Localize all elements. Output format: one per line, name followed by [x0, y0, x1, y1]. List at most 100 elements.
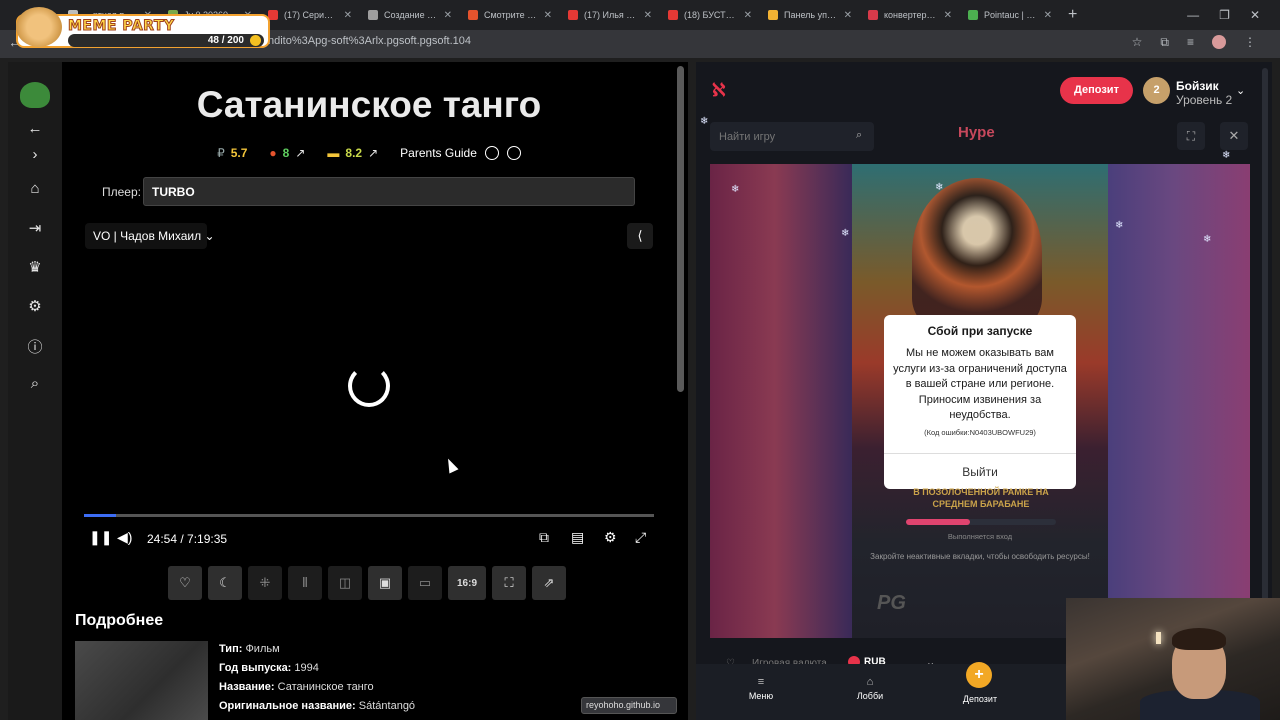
share-icon[interactable]: ⟨ — [627, 223, 653, 249]
search-icon[interactable]: ⌕ — [856, 129, 862, 142]
right-scrollbar[interactable] — [1262, 68, 1268, 648]
meme-party-overlay: MEME PARTY 48 / 200 — [16, 7, 270, 48]
rating-value: 8 — [282, 146, 290, 160]
info-icon[interactable]: ⓘ — [8, 336, 62, 357]
smiley-icon[interactable] — [484, 146, 499, 160]
favorite-heart-icon[interactable]: ♡ — [168, 566, 202, 600]
snowflake-icon: ❄ — [700, 116, 709, 127]
player-select[interactable]: TURBO — [143, 177, 635, 206]
login-icon[interactable]: ⇥ — [8, 219, 62, 237]
screenshot-icon[interactable]: ⛶ — [492, 566, 526, 600]
home-icon[interactable]: ⌂ — [8, 180, 62, 197]
rating-value: 5.7 — [230, 146, 248, 160]
clock-icon[interactable] — [506, 146, 521, 160]
pause-icon[interactable]: ❚❚ — [89, 529, 112, 546]
menu-icon[interactable]: ⋮ — [1244, 35, 1256, 50]
expand-icon[interactable]: ⛶ — [1177, 122, 1205, 150]
profile-avatar[interactable] — [1212, 35, 1226, 49]
tab-close-icon[interactable]: ✕ — [344, 10, 352, 21]
tab-close-icon[interactable]: ✕ — [844, 10, 852, 21]
browser-tab[interactable]: (17) Серия 16… ✕ — [260, 0, 360, 30]
media-controls-icon[interactable]: ≡ — [1187, 35, 1194, 50]
rating-letterboxd[interactable]: ● 8 ↗ — [269, 146, 305, 160]
picture-in-picture-icon[interactable]: ⧉ — [539, 529, 549, 546]
chevron-down-icon[interactable]: ⌄ — [1236, 84, 1245, 97]
deposit-button[interactable]: Депозит — [1060, 77, 1133, 104]
browser-tab[interactable]: Pointauc | Аук… ✕ — [960, 0, 1060, 30]
left-scrollbar[interactable] — [677, 66, 684, 392]
meme-progress: 48 / 200 — [68, 34, 264, 47]
tab-label: Смотрите спо… — [484, 10, 538, 20]
meme-party-title: MEME PARTY — [68, 18, 175, 35]
external-link-icon[interactable]: ↗ — [368, 146, 378, 160]
image-frame-icon[interactable]: ▣ — [368, 566, 402, 600]
browser-tab[interactable]: Смотрите спо… ✕ — [460, 0, 560, 30]
game-character-art — [912, 178, 1042, 328]
open-external-icon[interactable]: ⇗ — [532, 566, 566, 600]
user-level: Уровень 2 — [1176, 93, 1233, 107]
fullscreen-icon[interactable]: ⤢ — [635, 529, 646, 546]
extensions-icon[interactable]: ⧉ — [1160, 35, 1169, 50]
window-controls: — ❐ ✕ — [1187, 0, 1280, 30]
frog-logo[interactable] — [20, 82, 50, 108]
nav-menu[interactable]: ≡ Меню — [731, 676, 791, 701]
bookmark-star-icon[interactable]: ☆ — [1132, 35, 1143, 50]
chevron-right-icon[interactable]: › — [8, 146, 62, 163]
voiceover-select[interactable]: VO | Чадов Михаил ⌄ — [85, 223, 215, 249]
video-progress-bar[interactable] — [84, 514, 654, 517]
info-value: Сатанинское танго — [277, 681, 374, 693]
audio-wave-icon[interactable]: ⦀ — [288, 566, 322, 600]
back-arrow-icon[interactable]: ← — [8, 120, 62, 137]
error-code: (Код ошибки:N0403UBOWFU29) — [924, 428, 1036, 437]
tab-close-icon[interactable]: ✕ — [744, 10, 752, 21]
browser-tab[interactable]: (18) БУСТЕР с… ✕ — [660, 0, 760, 30]
parents-guide[interactable]: Parents Guide — [400, 146, 521, 160]
exit-button[interactable]: Выйти — [884, 465, 1076, 479]
browser-tab[interactable]: (17) Илья Рае… ✕ — [560, 0, 660, 30]
dark-mode-moon-icon[interactable]: ☾ — [208, 566, 242, 600]
settings-icon[interactable]: ⚙ — [604, 529, 617, 546]
minimize-icon[interactable]: — — [1187, 8, 1199, 22]
user-avatar[interactable]: 2 — [1143, 77, 1170, 104]
tab-favicon — [368, 10, 378, 20]
browser-tab[interactable]: конвертер —… ✕ — [860, 0, 960, 30]
modal-message: Мы не можем оказывать вам услуги из-за о… — [893, 347, 1067, 422]
settings-gear-icon[interactable]: ⚙ — [8, 297, 62, 315]
split-view-icon[interactable]: ◫ — [328, 566, 362, 600]
mini-player-icon[interactable]: ▭ — [408, 566, 442, 600]
info-year: Год выпуска: 1994 — [219, 662, 319, 674]
aspect-ratio-button[interactable]: 16:9 — [448, 566, 486, 600]
deposit-plus-icon[interactable]: + — [966, 662, 992, 688]
snowflake-icon: ❄ — [1115, 220, 1124, 231]
game-loading-bar — [906, 519, 1056, 525]
url-field[interactable]: ndito%3Apg-soft%3Arlx.pgsoft.pgsoft.104 — [268, 35, 471, 47]
search-icon[interactable]: ⌕ — [8, 375, 62, 392]
rating-imdb[interactable]: ▬ 8.2 ↗ — [327, 146, 378, 160]
tab-close-icon[interactable]: ✕ — [944, 10, 952, 21]
tab-close-icon[interactable]: ✕ — [444, 10, 452, 21]
tab-close-icon[interactable]: ✕ — [544, 10, 552, 21]
external-link-icon[interactable]: ↗ — [295, 146, 305, 160]
tab-close-icon[interactable]: ✕ — [644, 10, 652, 21]
game-hint-text: Закройте неактивные вкладки, чтобы освоб… — [870, 552, 1090, 561]
user-name[interactable]: Бойзик — [1176, 79, 1219, 93]
info-key: Тип: — [219, 643, 243, 655]
close-window-icon[interactable]: ✕ — [1250, 8, 1260, 22]
nav-deposit[interactable]: Депозит — [950, 694, 1010, 704]
grid-filter-icon[interactable]: ⁜ — [248, 566, 282, 600]
nav-lobby[interactable]: ⌂ Лобби — [840, 676, 900, 701]
casino-logo[interactable]: ℵ — [712, 80, 734, 102]
browser-tab[interactable]: Панель управ… ✕ — [760, 0, 860, 30]
subtitles-icon[interactable]: ▤ — [571, 529, 584, 546]
close-icon[interactable]: ✕ — [1220, 122, 1248, 150]
volume-icon[interactable]: ◀) — [117, 529, 132, 546]
game-search-input[interactable] — [710, 122, 874, 151]
tab-label: Pointauc | Аук… — [984, 10, 1038, 20]
maximize-icon[interactable]: ❐ — [1219, 8, 1230, 22]
tab-favicon — [468, 10, 478, 20]
new-tab-button[interactable]: + — [1060, 6, 1085, 24]
trophy-icon[interactable]: ♛ — [8, 258, 62, 276]
tab-close-icon[interactable]: ✕ — [1044, 10, 1052, 21]
rating-kinopoisk[interactable]: ₽5.7 — [217, 146, 247, 160]
browser-tab[interactable]: Создание изо… ✕ — [360, 0, 460, 30]
